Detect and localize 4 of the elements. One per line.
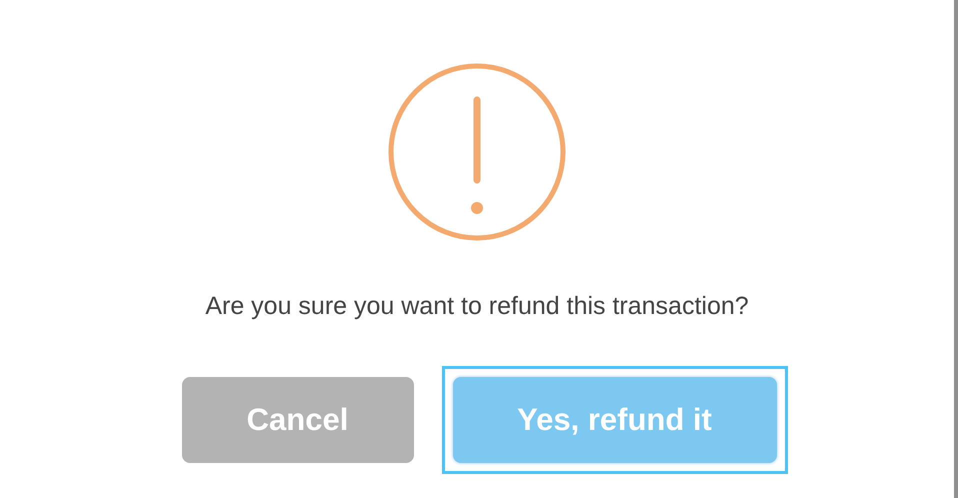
warning-icon [387,62,567,242]
confirmation-message: Are you sure you want to refund this transaction? [205,291,749,322]
confirm-button[interactable]: Yes, refund it [452,377,776,463]
cancel-button[interactable]: Cancel [182,377,414,463]
